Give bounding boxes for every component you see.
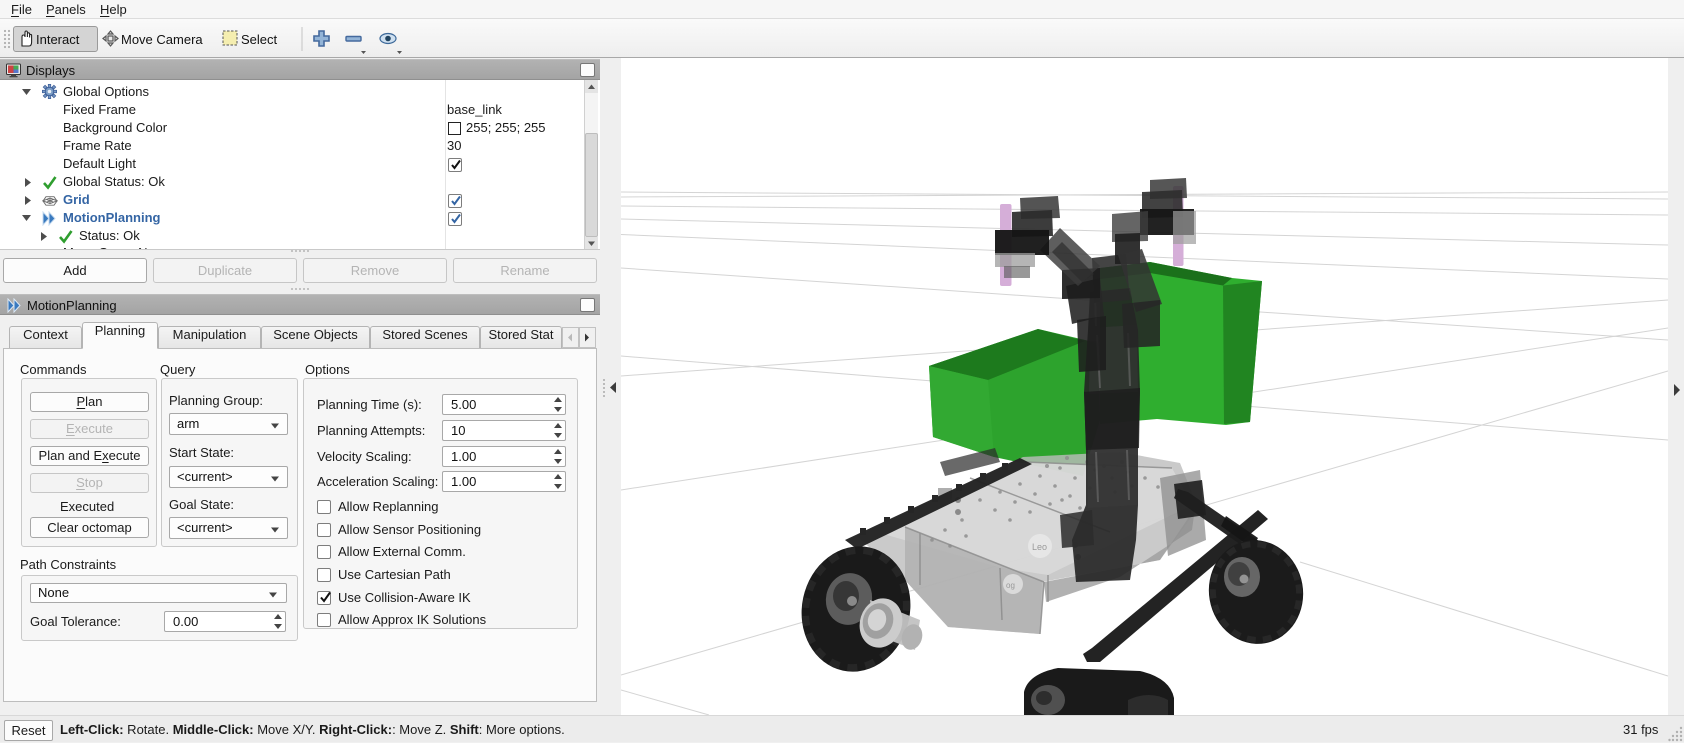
svg-text:Leo: Leo xyxy=(1032,542,1047,552)
svg-text:og: og xyxy=(1006,581,1015,590)
